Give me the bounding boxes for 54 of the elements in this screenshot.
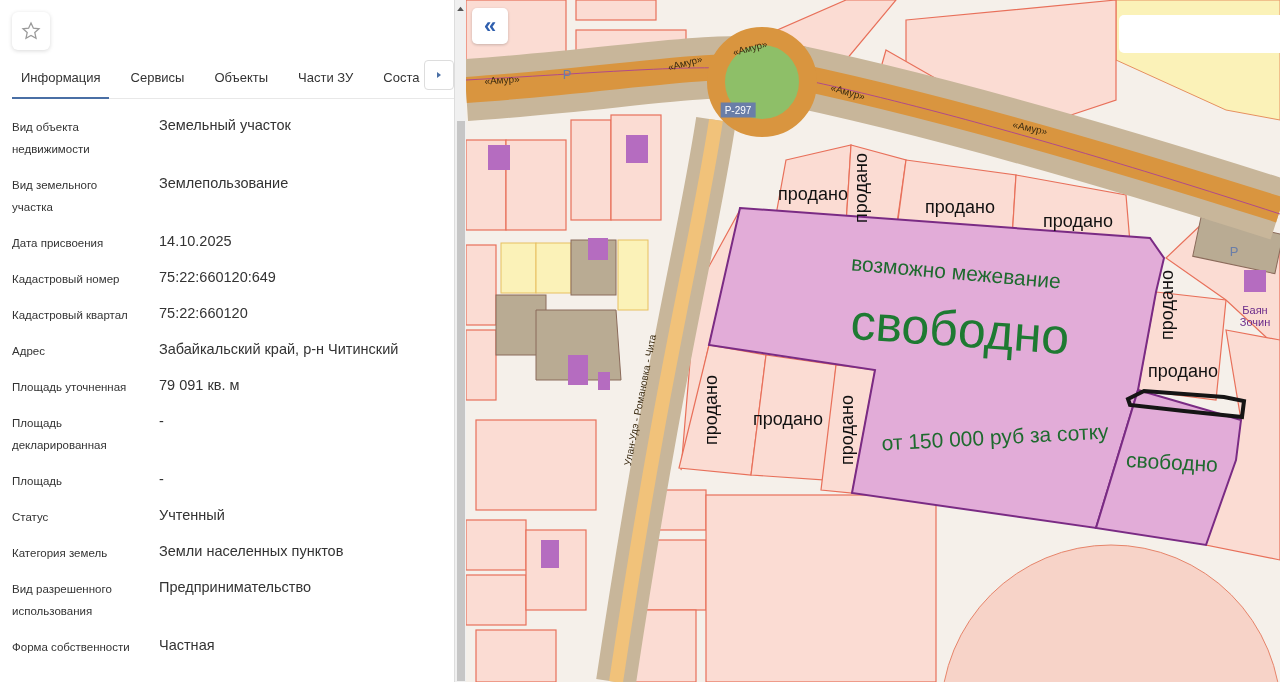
property-label: Вид объекта недвижимости [12,120,91,157]
property-value: 14.10.2025 [159,232,233,251]
property-label: Адрес [12,344,46,359]
collapse-panel-button[interactable]: « [472,8,508,44]
road-label: «Амур» [1011,118,1049,138]
annotation-text: возможно межевание [850,251,1062,293]
property-value: 79 091 кв. м [159,376,241,395]
road-label: «Амур» [666,53,704,73]
annotation-text: продано [925,198,995,218]
annotation-text: продано [1043,212,1113,232]
route-badge: Р-297 [720,102,756,118]
road-label: «Амур» [829,81,867,103]
property-label: Кадастровый номер [12,272,121,287]
tab[interactable]: Части ЗУ [290,58,362,99]
property-label: Площадь уточненная [12,380,128,395]
property-label: Вид разрешенного использования [12,582,113,619]
property-label: Дата присвоения [12,236,105,251]
property-value: Земельный участок [159,116,292,135]
annotation-text: продано [753,410,823,430]
annotation-text: продано [778,185,848,205]
property-value: Частная [159,636,216,655]
annotation-text: свободно [1125,448,1219,476]
property-value: 75:22:660120 [159,304,249,323]
annotation-text: продано [852,153,872,223]
property-label: Статус [12,510,50,525]
tab[interactable]: Соста [375,58,428,99]
property-label: Вид земельного участка [12,178,99,215]
tab[interactable]: Сервисы [122,58,193,99]
road-label: «Амур» [731,38,769,58]
property-value: - [159,470,165,489]
road-label: Улан-Удэ - Романовка - Чита [621,333,659,467]
property-value: Земли населенных пунктов [159,542,345,561]
annotation-text: от 150 000 руб за сотку [881,419,1109,455]
property-value: Учтенный [159,506,226,525]
annotation-text: продано [1158,270,1178,340]
parking-label: Р [1229,244,1239,260]
road-label: «Амур» [484,73,520,87]
property-value: Предпринимательство [159,578,313,597]
annotation-text: продано [702,375,722,445]
annotation-text: свободно [848,294,1072,366]
annotation-text: продано [838,395,858,465]
property-value: 75:22:660120:649 [159,268,277,287]
property-label: Форма собственности [12,640,131,655]
property-value: Землепользование [159,174,290,193]
property-label: Кадастровый квартал [12,308,129,323]
tab[interactable]: Информация [12,58,109,99]
tab[interactable]: Объекты [206,58,277,99]
annotation-text: продано [1148,362,1218,382]
property-label: Площадь декларированная [12,416,108,453]
property-label: Категория земель [12,546,109,561]
property-value: Забайкальский край, р-н Читинский [159,340,400,359]
property-label: Площадь [12,474,64,489]
parking-label: Р [562,67,572,83]
property-value: - [159,412,165,431]
